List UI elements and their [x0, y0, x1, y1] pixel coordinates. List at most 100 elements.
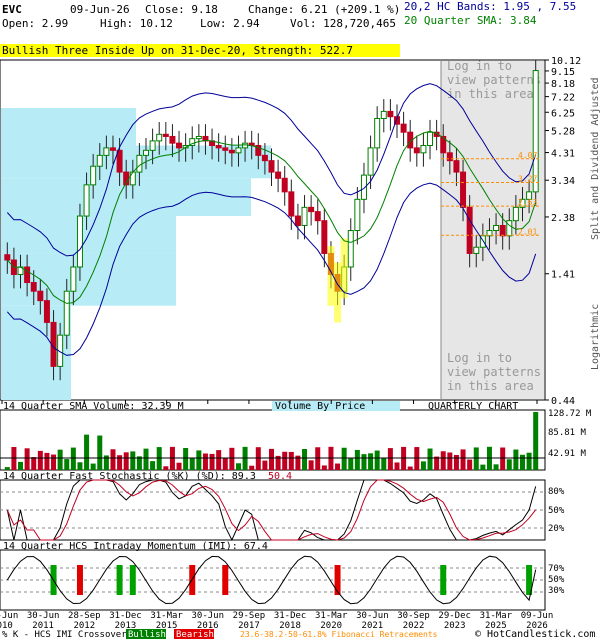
volume-bar [189, 457, 195, 470]
date-label: 09-Jun-26 [70, 3, 130, 16]
high-label: High: 10.12 [100, 17, 173, 30]
volume-bar [361, 454, 367, 470]
volume-bar [387, 448, 393, 470]
x-tick-label: 31-Dec [109, 611, 142, 621]
candle-body [347, 230, 354, 268]
volume-by-price-label: Volume By Price [275, 401, 365, 412]
volume-bar [427, 448, 433, 470]
bands-label: 20,2 HC Bands: 1.95 , 7.55 [404, 0, 576, 13]
candle-body [242, 142, 249, 149]
imi-tick-50: 50% [548, 575, 565, 585]
candle-body [96, 154, 103, 167]
imi-bearish-marker [334, 565, 341, 595]
candle-body [24, 266, 31, 284]
bearish-label: Bearish [176, 630, 214, 640]
candle-body [466, 206, 473, 254]
volume-bar [533, 412, 539, 470]
candle-body [367, 147, 374, 176]
fib-label: 4.07 [518, 151, 537, 160]
volume-bar [262, 460, 268, 470]
volume-bar [460, 449, 466, 470]
volume-bar [374, 450, 380, 470]
volume-bar [381, 457, 387, 470]
volume-bar [302, 448, 308, 470]
volume-bar [44, 452, 50, 470]
candle-body [37, 290, 44, 302]
candle-body [400, 123, 407, 133]
volume-bar [64, 459, 70, 470]
x-tick-label: 30-Jun [192, 611, 225, 621]
volume-bar [202, 453, 208, 470]
imi-bullish-marker [129, 565, 136, 595]
y-tick-label: 8.18 [551, 79, 575, 90]
volume-bar [493, 464, 499, 470]
volume-bar [176, 462, 182, 470]
volume-bar [123, 452, 129, 470]
volume-bar [4, 467, 10, 470]
candle-body [308, 206, 315, 213]
volume-bar [77, 462, 83, 470]
open-label: Open: 2.99 [2, 17, 68, 30]
imi-tick-70: 70% [548, 564, 565, 574]
y-tick-label: 5.28 [551, 127, 575, 138]
stochastic-panel [0, 479, 546, 542]
volume-tick-mid: 85.81 M [548, 428, 587, 438]
x-tick-label: 28-Sep [68, 611, 101, 621]
volume-bar [183, 448, 189, 470]
volume-bar [255, 447, 261, 470]
volume-bar [407, 466, 413, 470]
candle-body [156, 133, 163, 142]
login-note-bottom: in this area [447, 379, 534, 393]
candle-body [294, 215, 301, 226]
imi-bearish-marker [222, 565, 229, 595]
volume-bar [24, 448, 30, 470]
volume-bar [519, 454, 525, 470]
stoch-tick-20: 20% [548, 524, 565, 534]
volume-bar [414, 447, 420, 470]
close-label: Close: 9.18 [145, 3, 218, 16]
y-tick-label: 2.38 [551, 213, 575, 224]
volume-bar [37, 450, 43, 470]
x-tick-label: 31-Mar [315, 611, 348, 621]
candle-body [63, 290, 70, 336]
volume-bar [315, 447, 321, 470]
candle-body [143, 149, 150, 156]
imi-panel [0, 549, 546, 611]
candle-body [301, 206, 308, 226]
imi-label: 14 Quarter HCS Intraday Momentum (IMI): … [3, 541, 268, 552]
login-note-bottom: Log in to [447, 351, 512, 365]
pattern-highlight [334, 262, 342, 323]
sma-label: 20 Quarter SMA: 3.84 [404, 14, 537, 27]
vbp-bar [1, 108, 136, 146]
volume-bar [216, 450, 222, 470]
candle-body [473, 246, 480, 254]
candle-body [195, 135, 202, 140]
volume-bar [288, 451, 294, 470]
candle-body [288, 191, 295, 217]
volume-bar [308, 460, 314, 470]
volume-bar [196, 450, 202, 470]
candle-body [76, 215, 83, 268]
volume-bar [368, 453, 374, 470]
x-tick-label: 31-Dec [274, 611, 307, 621]
candle-body [460, 171, 467, 208]
fib-label: 2.63 [518, 198, 537, 207]
stochastic-label: 14 Quarter Fast Stochastic (%K) (%D): 89… [3, 471, 256, 482]
x-tick-label: 31-Mar [480, 611, 513, 621]
x-tick-label: 30-Jun [0, 611, 18, 621]
volume-bar [348, 458, 354, 470]
fib-legend: 23.6-38.2-50-61.8% Fibonacci Retracement… [240, 630, 438, 639]
imi-bullish-marker [440, 565, 447, 595]
volume-bar [434, 456, 440, 470]
volume-bar [150, 461, 156, 470]
volume-bar [480, 464, 486, 470]
volume-bar [84, 434, 90, 470]
stoch-tick-80: 80% [548, 487, 565, 497]
volume-bar [354, 449, 360, 470]
volume-tick-low: 42.91 M [548, 449, 587, 459]
low-label: Low: 2.94 [200, 17, 260, 30]
candle-body [387, 110, 394, 118]
volume-bar [526, 452, 532, 470]
y-tick-label: 6.25 [551, 108, 575, 119]
y-tick-label: 7.22 [551, 93, 575, 104]
